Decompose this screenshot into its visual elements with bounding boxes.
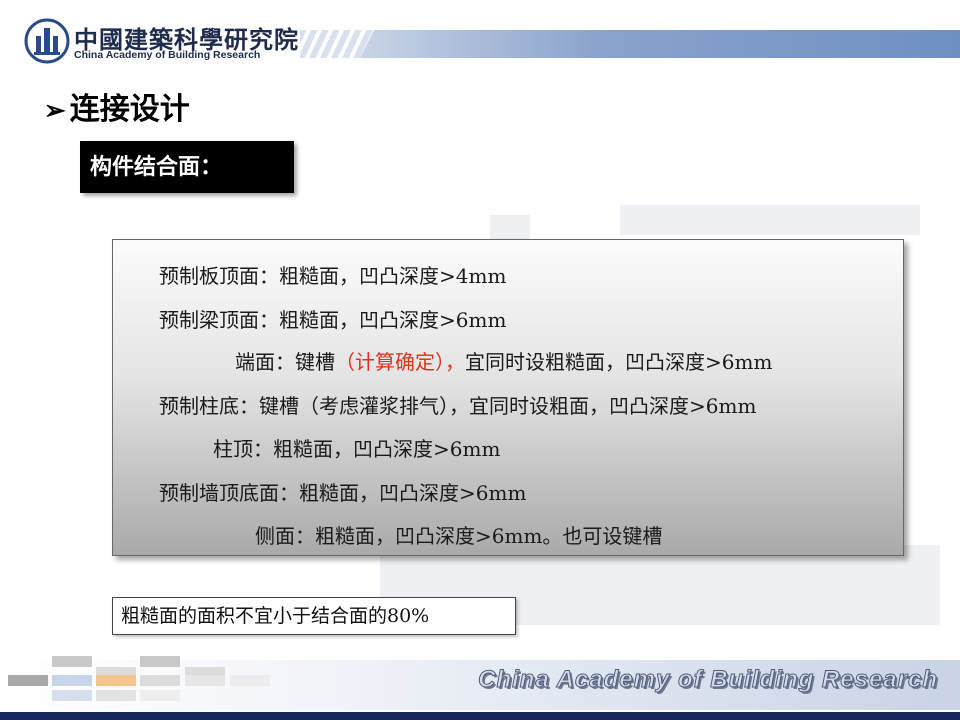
bottom-note: 粗糙面的面积不宜小于结合面的80%: [112, 597, 516, 635]
footer-line: [0, 712, 960, 720]
slide-header: 中國建築科學研究院 China Academy of Building Rese…: [0, 0, 960, 72]
slide-title-text: 连接设计: [69, 92, 190, 127]
content-line-6: 预制墙顶底面：粗糙面，凹凸深度>6mm: [159, 481, 527, 505]
content-line-7: 侧面：粗糙面，凹凸深度>6mm。也可设键槽: [255, 524, 663, 548]
slide-title: ➢ 连接设计: [44, 84, 190, 128]
content-line-1: 预制板顶面：粗糙面，凹凸深度>4mm: [159, 264, 507, 288]
arrow-bullet-icon: ➢: [44, 96, 66, 126]
content-line-5: 柱顶：粗糙面，凹凸深度>6mm: [213, 437, 501, 461]
content-box: 预制板顶面：粗糙面，凹凸深度>4mm 预制梁顶面：粗糙面，凹凸深度>6mm 端面…: [112, 239, 904, 556]
content-line-3-suffix: 宜同时设粗糙面，凹凸深度>6mm: [465, 350, 773, 374]
content-line-4: 预制柱底：键槽（考虑灌浆排气），宜同时设粗面，凹凸深度>6mm: [159, 394, 757, 418]
footer-institution-name: China Academy of Building Research: [478, 666, 938, 694]
cabr-logo-icon: [24, 18, 70, 64]
header-bar: [360, 30, 960, 58]
footer-blocks: [0, 652, 300, 712]
content-line-3-highlight: （计算确定），: [335, 350, 465, 374]
content-line-3: 端面：键槽（计算确定），宜同时设粗糙面，凹凸深度>6mm: [235, 346, 772, 375]
section-label: 构件结合面：: [80, 141, 294, 193]
logo-english-name: China Academy of Building Research: [74, 49, 261, 61]
content-line-2: 预制梁顶面：粗糙面，凹凸深度>6mm: [159, 308, 507, 332]
content-line-3-prefix: 端面：键槽: [235, 350, 335, 374]
